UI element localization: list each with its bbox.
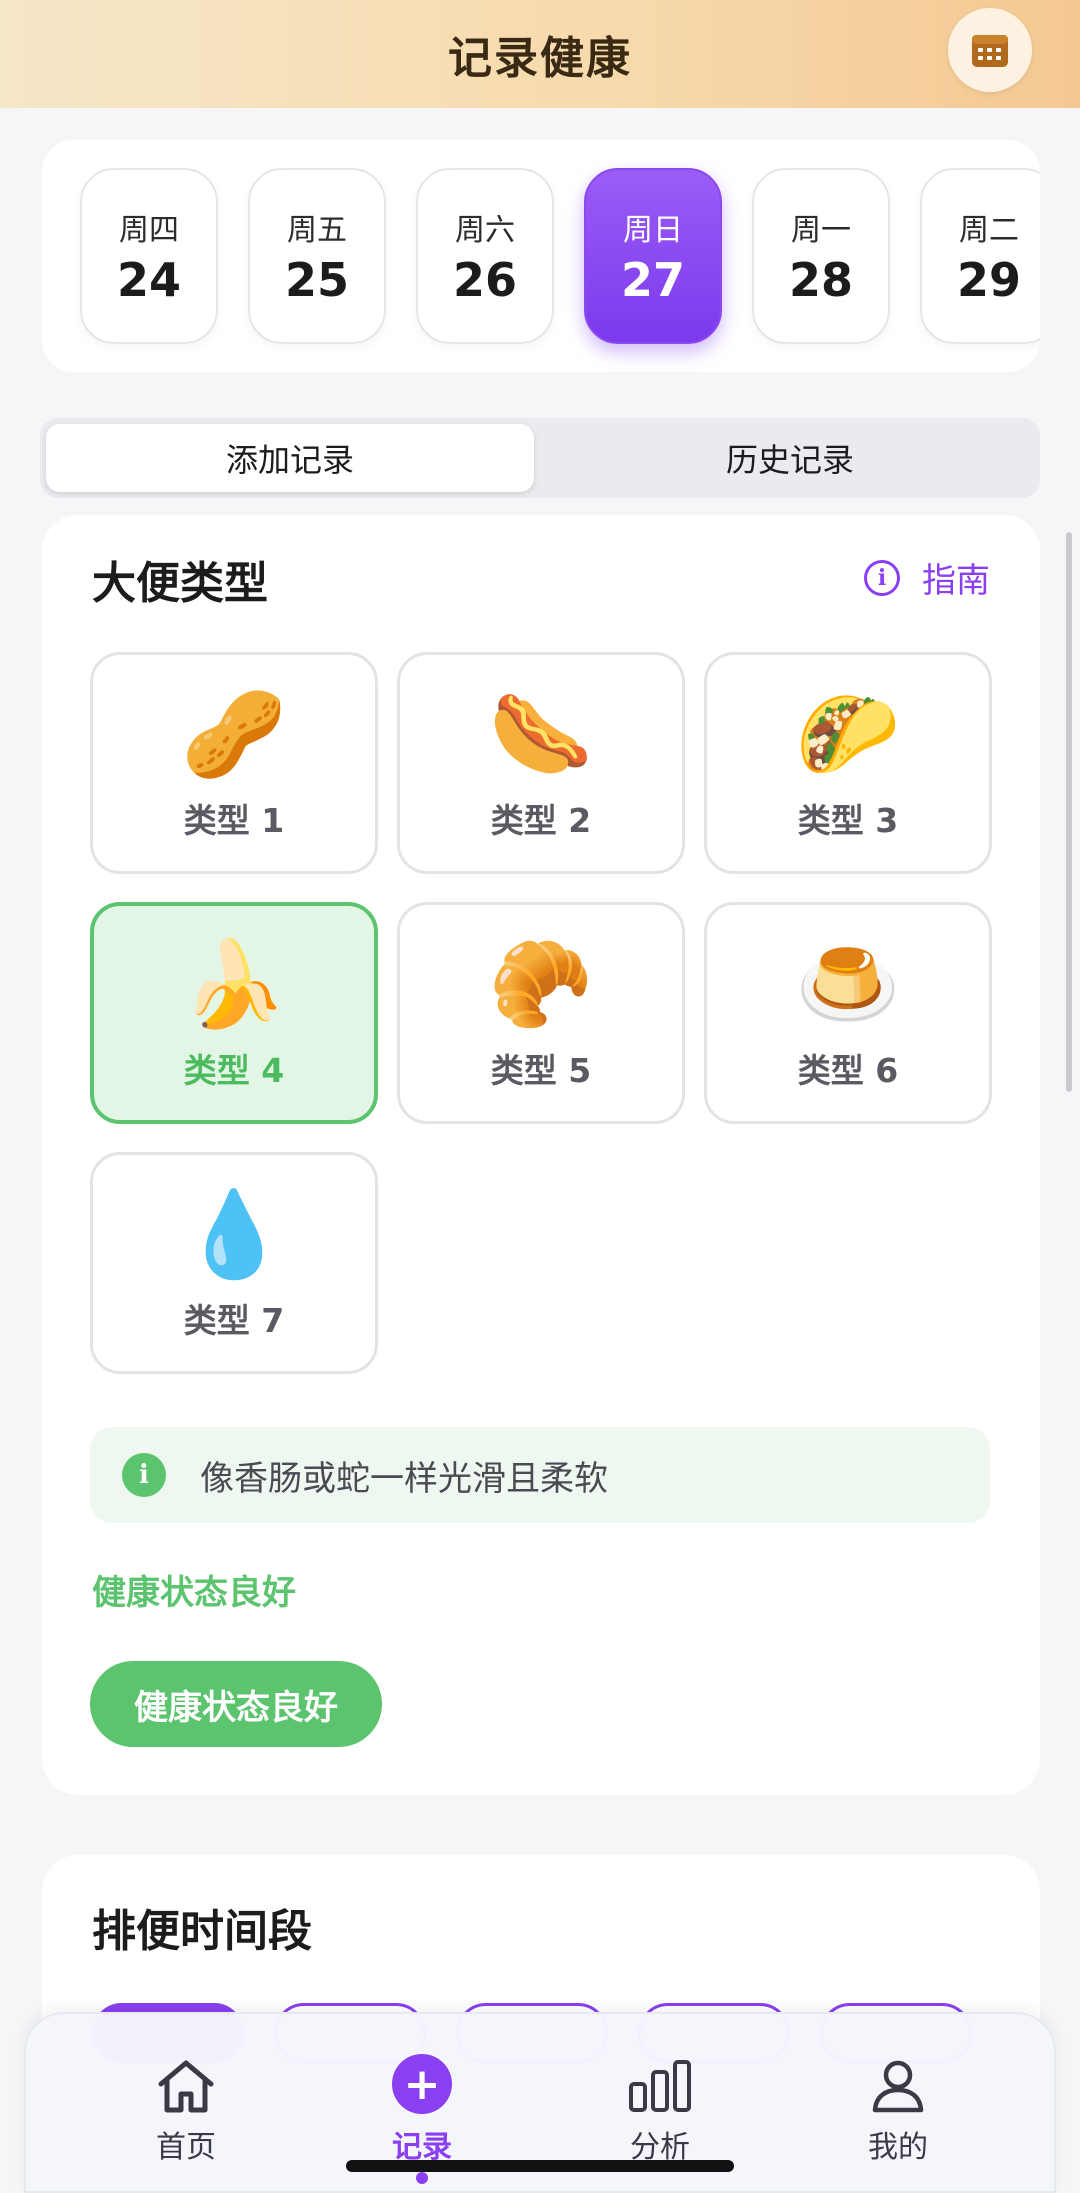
user-icon [872,2060,924,2113]
tab-mine[interactable]: 我的 [828,2058,968,2166]
page-title: 记录健康 [448,33,632,84]
date-number: 27 [620,253,685,307]
type-label: 类型 6 [797,1051,899,1090]
stool-type-3[interactable]: 🌮 类型 3 [704,652,992,874]
date-weekday: 周一 [791,213,851,248]
date-weekday: 周日 [623,213,683,248]
taco-icon: 🌮 [795,685,901,783]
date-number: 26 [452,253,517,307]
section-title: 排便时间段 [92,1906,312,1957]
pudding-icon: 🍮 [795,935,901,1033]
type-label: 类型 3 [797,801,899,840]
date-item-29[interactable]: 周二 29 [920,168,1040,344]
section-title: 大便类型 [92,558,268,609]
scrollbar[interactable] [1066,532,1072,1092]
health-status-badge: 健康状态良好 [90,1661,382,1747]
date-number: 29 [956,253,1021,307]
peanut-icon: 🥜 [181,685,287,783]
date-weekday: 周二 [959,213,1019,248]
type-label: 类型 2 [490,801,592,840]
date-item-25[interactable]: 周五 25 [248,168,386,344]
guide-label: 指南 [922,561,990,601]
stool-type-7[interactable]: 💧 类型 7 [90,1152,378,1374]
croissant-icon: 🥐 [488,935,594,1033]
health-status-text: 健康状态良好 [92,1573,296,1613]
info-icon: i [864,559,900,596]
home-indicator [346,2160,734,2172]
date-item-26[interactable]: 周六 26 [416,168,554,344]
guide-button[interactable]: i 指南 [864,553,990,602]
type-description: i 像香肠或蛇一样光滑且柔软 [90,1427,990,1523]
bar-chart-icon [629,2060,691,2112]
date-number: 28 [788,253,853,307]
tab-analysis[interactable]: 分析 [590,2058,730,2166]
date-item-28[interactable]: 周一 28 [752,168,890,344]
type-label: 类型 5 [490,1051,592,1090]
stool-type-6[interactable]: 🍮 类型 6 [704,902,992,1124]
hotdog-icon: 🌭 [488,685,594,783]
plus-icon: + [392,2054,452,2114]
date-item-27-selected[interactable]: 周日 27 [584,168,722,344]
info-icon: i [122,1453,166,1497]
app-header: 记录健康 [0,0,1080,108]
date-selector: 周四 24 周五 25 周六 26 周日 27 周一 28 周二 29 [42,140,1040,372]
banana-icon: 🍌 [181,935,287,1033]
description-text: 像香肠或蛇一样光滑且柔软 [200,1458,608,1499]
active-indicator [416,2172,428,2184]
stool-type-5[interactable]: 🥐 类型 5 [397,902,685,1124]
calendar-icon [972,35,1008,67]
stool-type-1[interactable]: 🥜 类型 1 [90,652,378,874]
type-label: 类型 1 [183,801,285,840]
stool-type-2[interactable]: 🌭 类型 2 [397,652,685,874]
stool-type-4-selected[interactable]: 🍌 类型 4 [90,902,378,1124]
droplet-icon: 💧 [181,1185,287,1283]
tab-label: 首页 [156,2130,216,2165]
date-weekday: 周六 [455,213,515,248]
type-label: 类型 4 [183,1051,285,1090]
date-weekday: 周五 [287,213,347,248]
date-number: 25 [284,253,349,307]
calendar-button[interactable] [948,8,1032,92]
tab-history[interactable]: 历史记录 [546,424,1034,492]
tab-label: 我的 [868,2130,928,2165]
tab-add-record[interactable]: 添加记录 [46,424,534,492]
tab-home[interactable]: 首页 [116,2058,256,2166]
type-label: 类型 7 [183,1301,285,1340]
date-number: 24 [116,253,181,307]
date-item-24[interactable]: 周四 24 [80,168,218,344]
date-weekday: 周四 [119,213,179,248]
stool-type-card: 大便类型 i 指南 🥜 类型 1 🌭 类型 2 🌮 类型 3 🍌 类型 4 🥐 … [42,515,1040,1795]
home-icon [158,2060,214,2113]
record-segment-control: 添加记录 历史记录 [40,418,1040,498]
